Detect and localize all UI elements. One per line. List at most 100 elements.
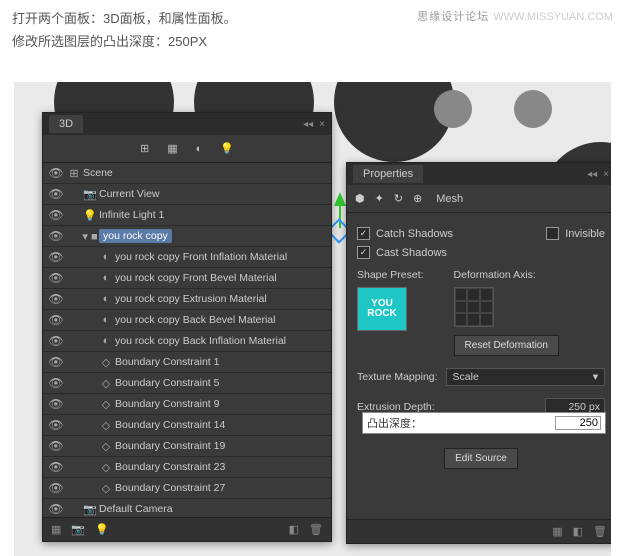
tree-item[interactable]: 👁◐you rock copy Back Inflation Material <box>43 331 331 352</box>
filter-mesh-icon[interactable]: ▦ <box>167 142 177 155</box>
visibility-icon[interactable]: 👁 <box>47 166 65 180</box>
visibility-icon[interactable]: 👁 <box>47 208 65 222</box>
annotation-overlay: 凸出深度： <box>362 412 606 434</box>
visibility-icon[interactable]: 👁 <box>47 187 65 201</box>
scene-root[interactable]: 👁 ⊞ Scene <box>43 163 331 184</box>
item-type-icon: ◇ <box>97 482 115 495</box>
item-label: Current View <box>99 188 160 200</box>
visibility-icon[interactable]: 👁 <box>47 439 65 453</box>
edit-source-button[interactable]: Edit Source <box>444 448 518 469</box>
item-type-icon: ◐ <box>97 293 115 305</box>
cap-icon[interactable]: ↻ <box>394 192 403 205</box>
item-label: Boundary Constraint 1 <box>115 356 219 368</box>
tree-item[interactable]: 👁◐you rock copy Extrusion Material <box>43 289 331 310</box>
new-icon[interactable]: ◧ <box>289 523 299 536</box>
item-type-icon: 📷 <box>81 188 99 201</box>
visibility-icon[interactable]: 👁 <box>47 355 65 369</box>
tree-item[interactable]: 👁 ◇Boundary Constraint 27 <box>43 478 331 499</box>
tree-item[interactable]: 👁▾ ■you rock copy <box>43 226 331 247</box>
delete-icon[interactable]: 🗑 <box>593 525 607 538</box>
scene-tree: 👁 ⊞ Scene 👁📷Current View👁💡Infinite Light… <box>43 163 331 520</box>
visibility-icon[interactable]: 👁 <box>47 334 65 348</box>
visibility-icon[interactable]: 👁 <box>47 481 65 495</box>
item-type-icon: ◇ <box>97 377 115 390</box>
tree-item[interactable]: 👁◇Boundary Constraint 14 <box>43 415 331 436</box>
invisible-checkbox[interactable] <box>546 227 559 240</box>
deform-axis-label: Deformation Axis: <box>454 269 559 281</box>
item-label: you rock copy Front Inflation Material <box>115 251 287 263</box>
filter-scene-icon[interactable]: ⊞ <box>140 142 149 155</box>
filter-light-icon[interactable]: 💡 <box>220 142 234 155</box>
canvas-area: 3D ◂◂ × ⊞ ▦ ◐ 💡 👁 ⊞ Scene 👁📷Current View… <box>14 82 611 556</box>
visibility-icon[interactable]: 👁 <box>47 397 65 411</box>
collapse-icon[interactable]: ◂◂ <box>303 119 313 130</box>
filter-material-icon[interactable]: ◐ <box>196 143 203 155</box>
mesh-icon[interactable]: ⬢ <box>355 192 365 205</box>
close-icon[interactable]: × <box>603 169 609 180</box>
catch-shadows-label: Catch Shadows <box>376 228 453 240</box>
close-icon[interactable]: × <box>319 119 325 130</box>
item-label: Boundary Constraint 23 <box>115 461 225 473</box>
item-label: you rock copy Back Bevel Material <box>115 314 275 326</box>
camera-icon[interactable]: 📷 <box>71 523 85 536</box>
item-type-icon: ◐ <box>97 272 115 284</box>
item-label: Boundary Constraint 14 <box>115 419 225 431</box>
options-icon[interactable]: ◧ <box>573 525 583 538</box>
tree-item[interactable]: 👁 ◇Boundary Constraint 23 <box>43 457 331 478</box>
panel-3d-tabbar: 3D ◂◂ × <box>43 113 331 135</box>
coord-icon[interactable]: ⊕ <box>413 192 422 205</box>
instruction-line2: 修改所选图层的凸出深度：250PX <box>12 31 613 50</box>
item-type-icon: ◇ <box>97 461 115 474</box>
item-type-icon: 💡 <box>81 209 99 222</box>
tree-item[interactable]: 👁◇Boundary Constraint 5 <box>43 373 331 394</box>
tree-item[interactable]: 👁◇Boundary Constraint 9 <box>43 394 331 415</box>
mesh-label: Mesh <box>436 193 463 205</box>
shape-preset-thumb[interactable]: YOU ROCK <box>357 287 407 331</box>
panel-3d-toolbar: ⊞ ▦ ◐ 💡 <box>43 135 331 163</box>
tree-item[interactable]: 👁 📷Current View <box>43 184 331 205</box>
visibility-icon[interactable]: 👁 <box>47 460 65 474</box>
tree-item[interactable]: 👁◇Boundary Constraint 19 <box>43 436 331 457</box>
visibility-icon[interactable]: 👁 <box>47 376 65 390</box>
panel-3d: 3D ◂◂ × ⊞ ▦ ◐ 💡 👁 ⊞ Scene 👁📷Current View… <box>42 112 332 542</box>
visibility-icon[interactable]: 👁 <box>47 250 65 264</box>
texture-mapping-select[interactable]: Scale▾ <box>446 368 605 386</box>
catch-shadows-checkbox[interactable]: ✓ <box>357 227 370 240</box>
visibility-icon[interactable]: 👁 <box>47 292 65 306</box>
panel-props-tabbar: Properties ◂◂ × <box>347 163 611 185</box>
item-label: Boundary Constraint 9 <box>115 398 219 410</box>
collapse-icon[interactable]: ◂◂ <box>587 169 597 180</box>
item-type-icon: ◐ <box>97 314 115 326</box>
item-type-icon: 📷 <box>81 503 99 516</box>
reset-deformation-button[interactable]: Reset Deformation <box>454 335 559 356</box>
item-label: Default Camera <box>99 503 173 515</box>
render-icon[interactable]: ▦ <box>552 525 562 538</box>
visibility-icon[interactable]: 👁 <box>47 313 65 327</box>
tree-item[interactable]: 👁 ◇Boundary Constraint 1 <box>43 352 331 373</box>
item-type-icon: ◇ <box>97 356 115 369</box>
visibility-icon[interactable]: 👁 <box>47 502 65 516</box>
deform-icon[interactable]: ✦ <box>375 192 384 205</box>
item-label: you rock copy Back Inflation Material <box>115 335 286 347</box>
tree-item[interactable]: 👁◐you rock copy Front Inflation Material <box>43 247 331 268</box>
tree-item[interactable]: 👁 ◐you rock copy Back Bevel Material <box>43 310 331 331</box>
tree-item[interactable]: 👁◐you rock copy Front Bevel Material <box>43 268 331 289</box>
cast-shadows-label: Cast Shadows <box>376 247 447 259</box>
cast-shadows-checkbox[interactable]: ✓ <box>357 246 370 259</box>
visibility-icon[interactable]: 👁 <box>47 418 65 432</box>
panel-props-footer: ▦ ◧ 🗑 <box>347 519 611 543</box>
light-add-icon[interactable]: 💡 <box>95 523 109 536</box>
tab-3d[interactable]: 3D <box>49 115 83 133</box>
item-type-icon: ◇ <box>97 440 115 453</box>
deform-axis-grid[interactable] <box>454 287 494 327</box>
item-label: you rock copy <box>99 229 172 243</box>
tab-properties[interactable]: Properties <box>353 165 423 183</box>
item-label: Boundary Constraint 27 <box>115 482 225 494</box>
render-icon[interactable]: ▦ <box>51 523 61 536</box>
shape-preset-label: Shape Preset: <box>357 269 424 281</box>
delete-icon[interactable]: 🗑 <box>309 523 323 536</box>
annotation-input[interactable] <box>555 416 601 430</box>
visibility-icon[interactable]: 👁 <box>47 271 65 285</box>
visibility-icon[interactable]: 👁 <box>47 229 65 243</box>
tree-item[interactable]: 👁💡Infinite Light 1 <box>43 205 331 226</box>
